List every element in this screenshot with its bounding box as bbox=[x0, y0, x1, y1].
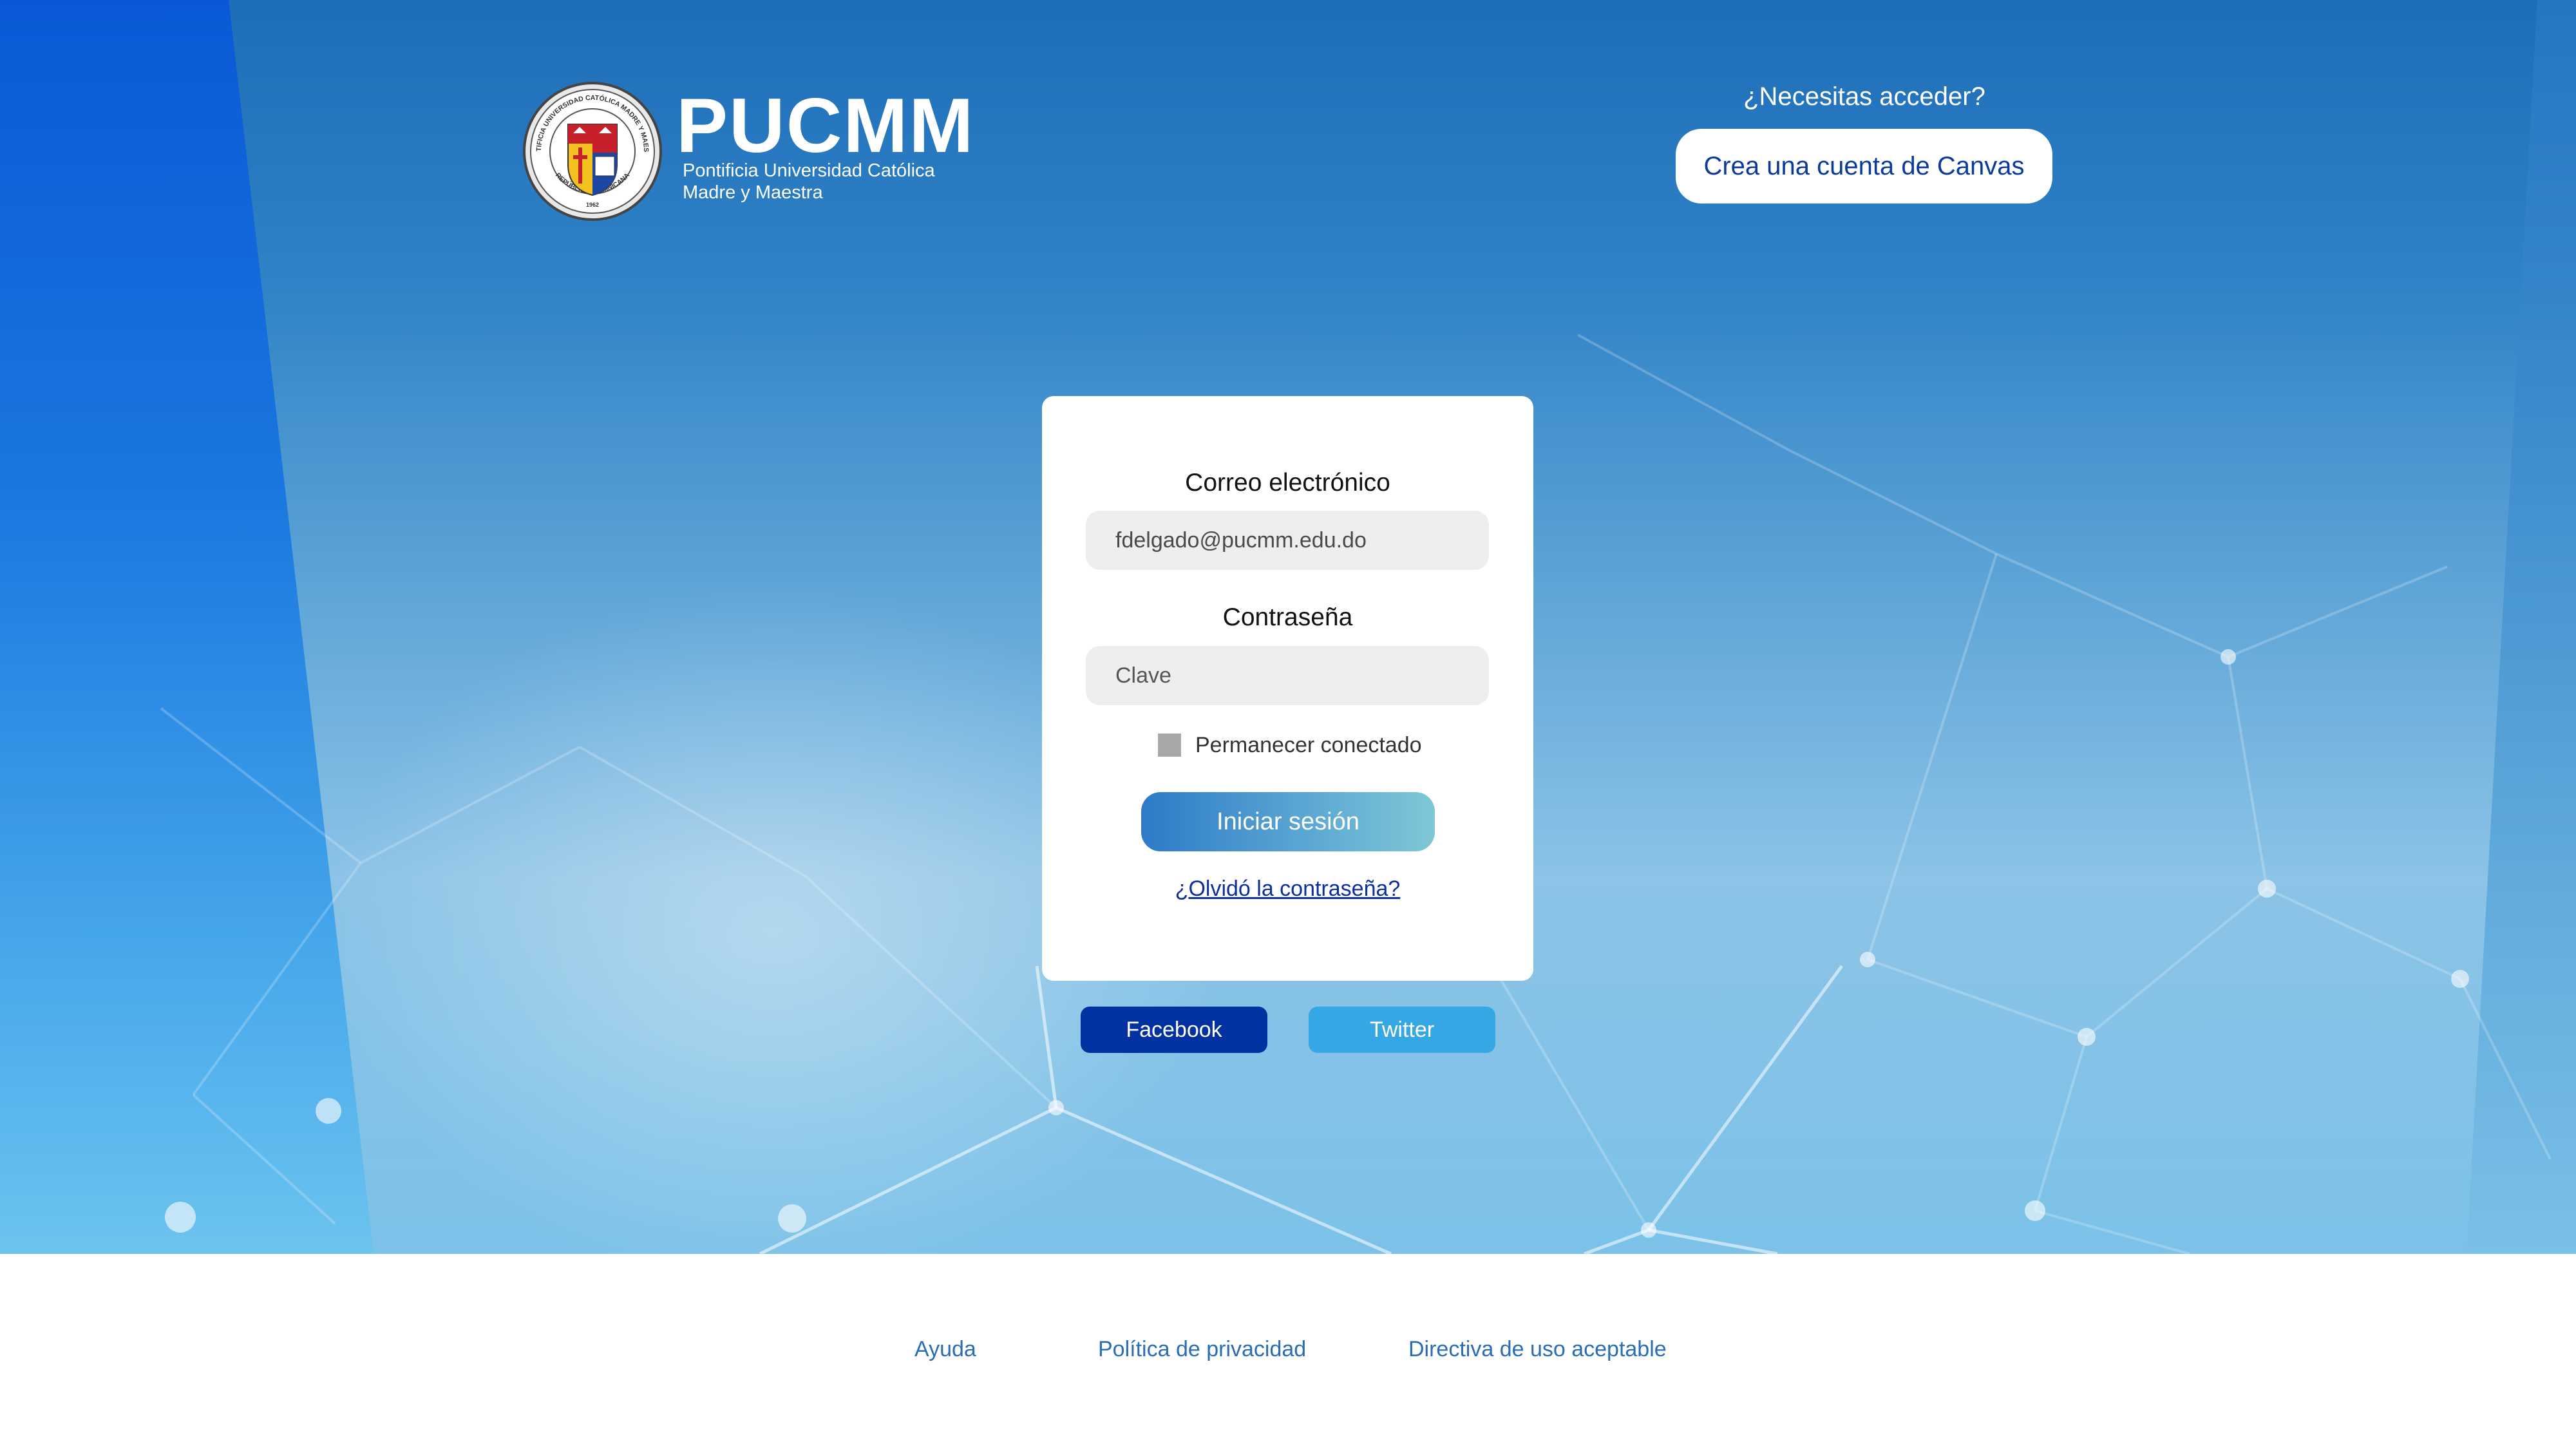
remember-me-label: Permanecer conectado bbox=[1195, 732, 1422, 757]
login-button[interactable]: Iniciar sesión bbox=[1141, 792, 1435, 851]
logo-wordmark: PUCMM bbox=[676, 82, 975, 169]
email-value: fdelgado@pucmm.edu.do bbox=[1115, 527, 1367, 553]
logo-subtitle-line2: Madre y Maestra bbox=[683, 182, 823, 203]
access-prompt: ¿Necesitas acceder? bbox=[1743, 82, 1985, 111]
forgot-password-link[interactable]: ¿Olvidó la contraseña? bbox=[1042, 876, 1533, 902]
create-canvas-account-button[interactable]: Crea una cuenta de Canvas bbox=[1676, 129, 2052, 204]
footer-link-acceptable-use[interactable]: Directiva de uso aceptable bbox=[1408, 1337, 1667, 1362]
footer-link-help[interactable]: Ayuda bbox=[914, 1337, 976, 1362]
university-seal-icon: PONTIFICIA UNIVERSIDAD CATÓLICA MADRE Y … bbox=[522, 80, 662, 221]
password-placeholder: Clave bbox=[1115, 663, 1171, 688]
password-field[interactable]: Clave bbox=[1086, 646, 1489, 705]
logo-subtitle: Pontificia Universidad Católica Madre y … bbox=[683, 160, 992, 204]
facebook-button[interactable]: Facebook bbox=[1081, 1007, 1267, 1053]
email-label: Correo electrónico bbox=[1185, 469, 1390, 497]
seal-year: 1962 bbox=[586, 202, 599, 208]
twitter-button[interactable]: Twitter bbox=[1309, 1007, 1495, 1053]
remember-me-checkbox[interactable] bbox=[1158, 734, 1181, 757]
password-label: Contraseña bbox=[1222, 603, 1353, 631]
login-card: Correo electrónico fdelgado@pucmm.edu.do… bbox=[1042, 396, 1533, 981]
email-field[interactable]: fdelgado@pucmm.edu.do bbox=[1086, 511, 1489, 570]
footer-link-privacy[interactable]: Política de privacidad bbox=[1098, 1337, 1306, 1362]
logo-subtitle-line1: Pontificia Universidad Católica bbox=[683, 160, 935, 181]
pucmm-logo[interactable]: PONTIFICIA UNIVERSIDAD CATÓLICA MADRE Y … bbox=[522, 80, 975, 222]
remember-me-row[interactable]: Permanecer conectado bbox=[1158, 732, 1422, 758]
